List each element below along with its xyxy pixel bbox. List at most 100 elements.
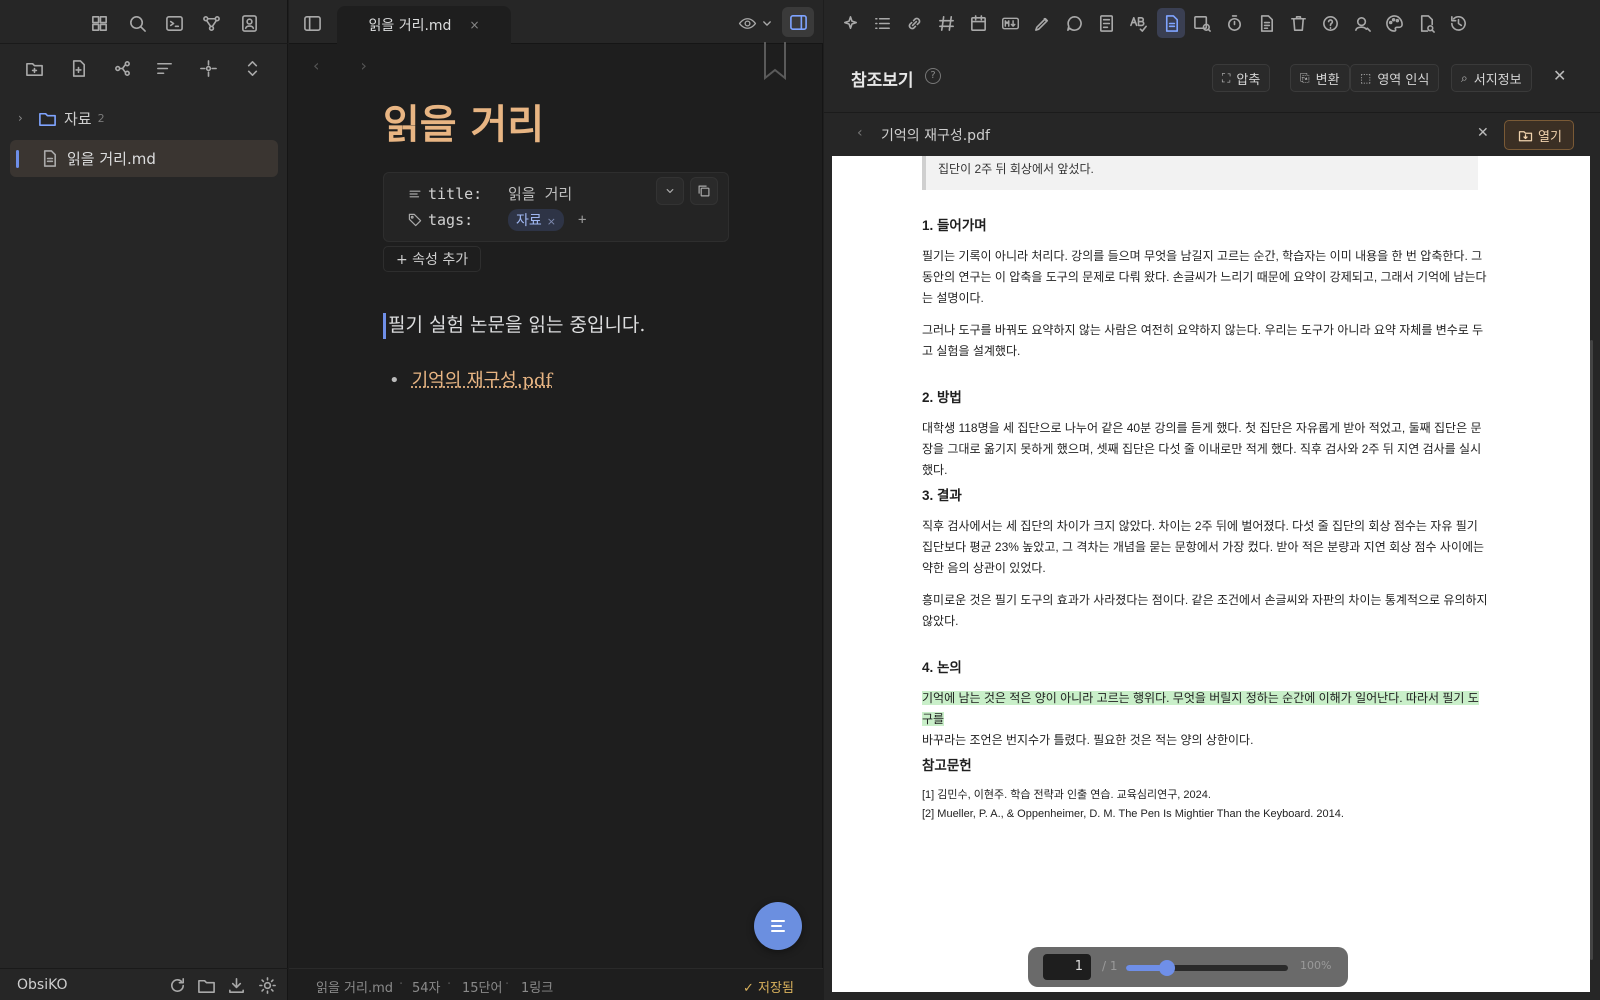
contact-card-icon[interactable] [238, 12, 260, 34]
back-chevron-icon[interactable]: ‹ [857, 125, 863, 141]
focus-crosshair-icon[interactable] [196, 56, 220, 80]
properties-block: title: 읽을 거리 tags: 자료 × + [383, 172, 729, 242]
reference-view-icon[interactable] [1157, 8, 1185, 38]
image-search-icon[interactable] [1190, 11, 1214, 35]
tab-bar: 읽을 거리.md × [289, 0, 823, 44]
graph-icon[interactable] [200, 12, 222, 34]
sort-icon[interactable] [152, 56, 176, 80]
timer-icon[interactable] [1222, 11, 1246, 35]
paragraph: 직후 검사에서는 세 집단의 차이가 크지 않았다. 차이는 2주 뒤에 벌어졌… [922, 519, 1485, 575]
expand-collapse-icon[interactable] [240, 56, 264, 80]
reference-item: [1] 김민수, 이현주. 학습 전략과 인출 연습. 교육심리연구, 2024… [922, 789, 1211, 801]
palette-icon[interactable] [1382, 11, 1406, 35]
sidebar-ribbon [0, 0, 288, 44]
property-title[interactable]: title: 읽을 거리 [406, 183, 572, 204]
help-icon[interactable]: ? [925, 68, 941, 84]
status-sep: · [447, 977, 452, 992]
compress-button[interactable]: ⛶ 압축 [1212, 64, 1271, 92]
reading-view-eye-icon[interactable] [733, 10, 761, 36]
property-value[interactable]: 읽을 거리 [508, 183, 572, 204]
zoom-slider-handle[interactable] [1159, 960, 1175, 976]
tab-close-icon[interactable]: × [469, 18, 479, 32]
folder-name: 자료 [64, 109, 92, 128]
close-file-icon[interactable]: ✕ [1477, 125, 1489, 141]
pdf-section: 참고문헌 [1] 김민수, 이현주. 학습 전략과 인출 연습. 교육심리연구,… [922, 754, 1488, 824]
chevron-right-icon[interactable]: › [18, 111, 36, 125]
vault-name[interactable]: ObsiKO [17, 977, 68, 993]
internal-link[interactable]: 기억의 재구성.pdf [412, 370, 553, 391]
history-icon[interactable] [1446, 11, 1470, 35]
status-words: 15단어 [462, 981, 503, 996]
refresh-icon[interactable] [166, 974, 188, 996]
editor-pane: 읽을 거리.md × ‹ › 읽을 거리 title: 읽을 거리 tags: … [289, 0, 823, 1000]
folder-count: 2 [97, 111, 105, 125]
terminal-icon[interactable] [163, 12, 185, 34]
pdf-section: 3. 결과 직후 검사에서는 세 집단의 차이가 크지 않았다. 차이는 2주 … [922, 484, 1488, 643]
open-label: 열기 [1538, 129, 1562, 145]
pdf-file-bar: ‹ 기억의 재구성.pdf ✕ 열기 [824, 112, 1600, 156]
note-lines-icon[interactable] [1254, 11, 1278, 35]
pdf-file-name: 기억의 재구성.pdf [881, 128, 990, 144]
chat-pen-icon[interactable] [1062, 11, 1086, 35]
status-sep: · [399, 977, 404, 992]
add-property-button[interactable]: + 속성 추가 [383, 246, 482, 272]
left-sidebar: › 자료 2 읽을 거리.md ObsiKO [0, 0, 288, 1000]
sparkle-icon[interactable] [838, 11, 862, 35]
tree-structure-icon[interactable] [110, 56, 134, 80]
outline-fab-button[interactable] [754, 902, 802, 950]
close-panel-icon[interactable]: ✕ [1553, 66, 1566, 85]
status-filename: 읽을 거리.md [316, 981, 394, 996]
tab-active-note[interactable]: 읽을 거리.md × [337, 6, 511, 44]
highlighted-text[interactable]: 기억에 남는 것은 적은 양이 아니라 고르는 행위다. 무엇을 버릴지 정하는… [922, 691, 1479, 726]
pdf-scrollbar[interactable] [1590, 340, 1593, 960]
tag-remove-icon[interactable]: × [547, 215, 556, 228]
chevron-down-icon[interactable] [759, 10, 775, 36]
right-sidebar-toggle-icon[interactable] [782, 7, 814, 37]
tag-pill[interactable]: 자료 × [508, 209, 564, 231]
magnifier-icon: ⌕ [1461, 70, 1468, 85]
folder-open-icon[interactable] [195, 974, 217, 996]
collapse-properties-icon[interactable] [656, 177, 684, 205]
list-bullet: • [389, 370, 400, 391]
new-note-icon[interactable] [66, 56, 90, 80]
region-ocr-button[interactable]: ⬚ 영역 인식 [1350, 64, 1440, 92]
bullet-list-icon[interactable] [870, 11, 894, 35]
trash-icon[interactable] [1286, 11, 1310, 35]
settings-gear-icon[interactable] [256, 974, 278, 996]
link-icon[interactable] [902, 11, 926, 35]
pen-icon[interactable] [1030, 11, 1054, 35]
new-folder-icon[interactable] [22, 56, 46, 80]
compress-icon: ⛶ [1222, 70, 1231, 85]
status-chars: 54자 [412, 981, 441, 996]
calendar-icon[interactable] [966, 11, 990, 35]
page-number-input[interactable]: 1 [1043, 954, 1091, 980]
download-icon[interactable] [225, 974, 247, 996]
note-body[interactable]: 필기 실험 논문을 읽는 중입니다. [383, 310, 645, 339]
copy-icon[interactable] [690, 177, 718, 205]
nav-back-forward[interactable]: ‹ › [313, 56, 385, 75]
note-title[interactable]: 읽을 거리 [383, 92, 544, 150]
sidebar-toggle-icon[interactable] [301, 12, 323, 34]
bibliography-button[interactable]: ⌕ 서지정보 [1451, 64, 1532, 92]
bookmark-icon[interactable] [763, 42, 787, 84]
file-item-active[interactable]: 읽을 거리.md [10, 140, 278, 177]
tag-icon [406, 213, 424, 227]
section-heading: 3. 결과 [922, 488, 962, 503]
convert-button[interactable]: ⎘ 변환 [1290, 64, 1350, 92]
add-tag-button[interactable]: + [578, 212, 586, 228]
property-tags[interactable]: tags: 자료 × + [406, 209, 586, 231]
dashboard-icon[interactable] [88, 12, 110, 34]
help-circle-icon[interactable] [1318, 11, 1342, 35]
folder-item[interactable]: › 자료 2 [18, 106, 278, 130]
hashtag-icon[interactable] [934, 11, 958, 35]
active-indicator [16, 149, 19, 168]
zoom-slider[interactable] [1126, 960, 1288, 976]
search-icon[interactable] [126, 12, 148, 34]
property-key: tags: [428, 211, 474, 229]
document-icon[interactable] [1094, 11, 1118, 35]
markdown-icon[interactable] [998, 11, 1022, 35]
user-search-icon[interactable] [1350, 11, 1374, 35]
doc-search-icon[interactable] [1414, 11, 1438, 35]
spellcheck-icon[interactable] [1126, 11, 1150, 35]
open-file-button[interactable]: 열기 [1504, 120, 1574, 150]
